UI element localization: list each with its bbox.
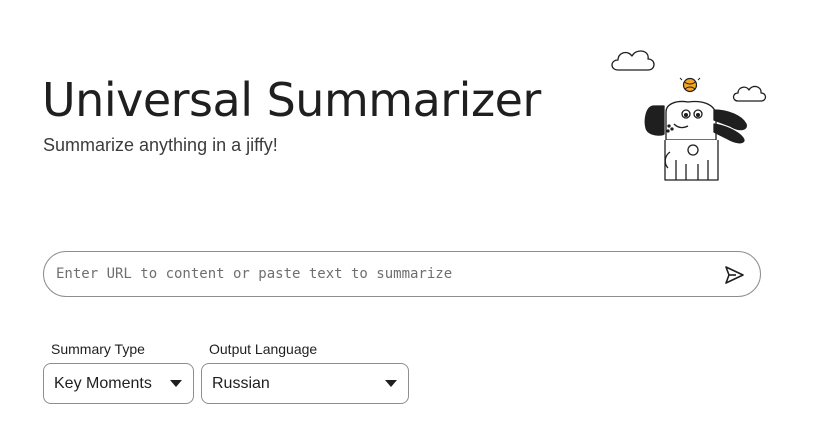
cloud-icon bbox=[611, 50, 655, 71]
summary-type-value: Key Moments bbox=[54, 375, 152, 392]
summary-type-select[interactable]: Key Moments bbox=[43, 363, 194, 404]
dog-mascot-icon bbox=[611, 50, 767, 181]
summary-type-label: Summary Type bbox=[51, 341, 145, 357]
output-language-label: Output Language bbox=[209, 341, 318, 357]
send-arrow-icon bbox=[725, 266, 744, 284]
url-input-bar[interactable] bbox=[43, 251, 761, 297]
page-subtitle: Summarize anything in a jiffy! bbox=[43, 135, 278, 155]
page-title: Universal Summarizer bbox=[42, 73, 541, 127]
summarizer-page: Universal Summarizer Summarize anything … bbox=[0, 0, 829, 442]
output-language-value: Russian bbox=[212, 375, 270, 392]
cloud-icon bbox=[732, 85, 767, 102]
output-language-select[interactable]: Russian bbox=[201, 363, 409, 404]
url-input[interactable] bbox=[56, 252, 696, 296]
ball-icon bbox=[679, 77, 701, 93]
dog-body bbox=[644, 100, 747, 181]
chevron-down-icon bbox=[385, 380, 397, 387]
submit-button[interactable] bbox=[722, 263, 746, 287]
chevron-down-icon bbox=[170, 380, 182, 387]
